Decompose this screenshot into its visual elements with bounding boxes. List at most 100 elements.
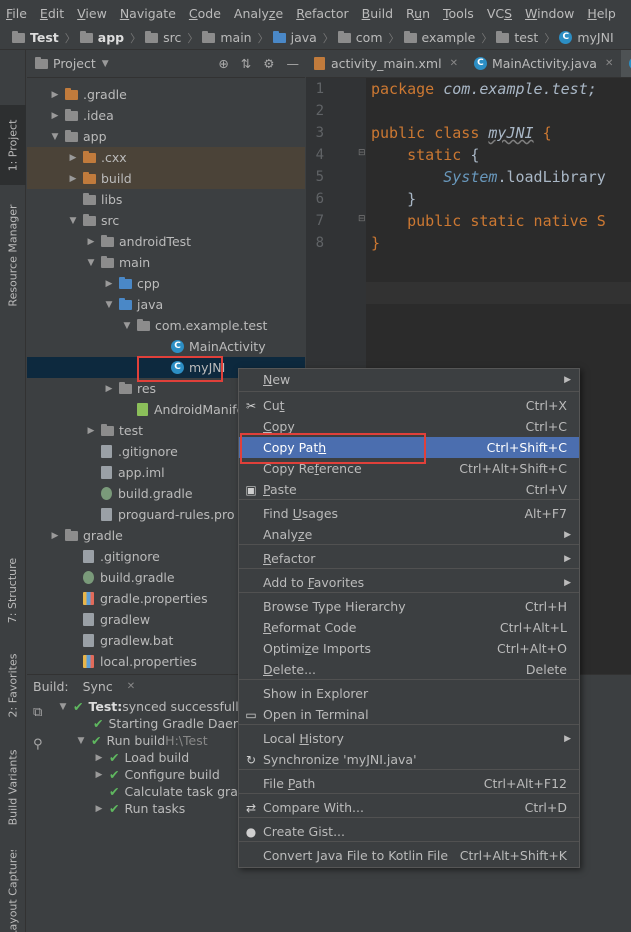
fold-icon[interactable]: ⊟ xyxy=(358,214,366,224)
menu-item-synchronize-myjni-java[interactable]: ↻ Synchronize 'myJNI.java' xyxy=(239,749,579,770)
structure-tab[interactable]: 7: Structure xyxy=(0,545,26,635)
build-tree-row[interactable]: ▶ ✔ Configure build xyxy=(93,766,220,783)
build-tree-row[interactable]: ✔ Starting Gradle Daem xyxy=(93,715,245,732)
menu-run[interactable]: Run xyxy=(406,6,430,21)
tree-item-cxx[interactable]: ▶ .cxx xyxy=(27,147,305,168)
menu-code[interactable]: Code xyxy=(189,6,221,21)
close-icon[interactable]: ✕ xyxy=(127,681,135,692)
menu-item-local-history[interactable]: Local History ▶ xyxy=(239,728,579,749)
build-tree-row[interactable]: ✔ Calculate task grap xyxy=(109,783,246,800)
breadcrumb-test-package[interactable]: test 〉 xyxy=(496,30,555,46)
close-icon[interactable]: ✕ xyxy=(605,58,613,69)
menu-item-cut[interactable]: ✂ Cut Ctrl+X xyxy=(239,395,579,416)
menu-item-browse-type-hierarchy[interactable]: Browse Type Hierarchy Ctrl+H xyxy=(239,596,579,617)
project-tool-tab[interactable]: 1: Project xyxy=(0,105,26,185)
tree-item-main[interactable]: ▼ main xyxy=(27,252,305,273)
breadcrumb-example[interactable]: example 〉 xyxy=(403,30,492,46)
favorites-tab[interactable]: 2: Favorites xyxy=(0,645,26,725)
layout-captures-tab[interactable]: Layout Captures xyxy=(0,850,26,932)
tree-item-com-example-test[interactable]: ▼ com.example.test xyxy=(27,315,305,336)
breadcrumb-java[interactable]: java 〉 xyxy=(272,30,334,46)
project-view-selector[interactable]: Project xyxy=(53,56,96,71)
resource-manager-tab[interactable]: Resource Manager xyxy=(0,190,26,320)
chevron-right-icon[interactable]: ▶ xyxy=(85,237,97,247)
menu-window[interactable]: Window xyxy=(525,6,574,21)
tree-item-app[interactable]: ▼ app xyxy=(27,126,305,147)
menu-edit[interactable]: Edit xyxy=(40,6,64,21)
chevron-down-icon[interactable]: ▼ xyxy=(121,321,133,331)
breadcrumb-app[interactable]: app 〉 xyxy=(79,30,141,46)
menu-item-reformat-code[interactable]: Reformat Code Ctrl+Alt+L xyxy=(239,617,579,638)
hide-panel-icon[interactable]: — xyxy=(287,56,300,71)
breadcrumb-src[interactable]: src 〉 xyxy=(145,30,198,46)
menu-item-paste[interactable]: ▣ Paste Ctrl+V xyxy=(239,479,579,500)
chevron-down-icon[interactable]: ▼ xyxy=(49,132,61,142)
chevron-right-icon[interactable]: ▶ xyxy=(85,426,97,436)
menu-vcs[interactable]: VCS xyxy=(487,6,512,21)
tree-item-cpp[interactable]: ▶ cpp xyxy=(27,273,305,294)
build-tree-row[interactable]: ▶ ✔ Run tasks xyxy=(93,800,186,817)
code-line-6[interactable]: } xyxy=(371,188,416,210)
pin-icon[interactable]: ⚲ xyxy=(33,737,43,752)
breadcrumb-main[interactable]: main 〉 xyxy=(202,30,269,46)
locate-icon[interactable]: ⊕ xyxy=(218,56,228,71)
tab-sync[interactable]: Sync xyxy=(83,679,113,694)
code-line-5[interactable]: System.loadLibrary xyxy=(371,166,606,188)
menu-build[interactable]: Build xyxy=(362,6,393,21)
breadcrumb-test[interactable]: Test 〉 xyxy=(12,30,76,46)
build-tree-row[interactable]: ▶ ✔ Load build xyxy=(93,749,190,766)
tree-item-androidtest[interactable]: ▶ androidTest xyxy=(27,231,305,252)
chevron-right-icon[interactable]: ▶ xyxy=(103,279,115,289)
tree-item-mainactivity[interactable]: C MainActivity xyxy=(27,336,305,357)
build-tree-row[interactable]: ▼ ✔ Test: synced successfully xyxy=(57,698,247,715)
tree-item-java[interactable]: ▼ java xyxy=(27,294,305,315)
menu-item-new[interactable]: New ▶ xyxy=(239,369,579,390)
tree-item-gradle[interactable]: ▶ .gradle xyxy=(27,84,305,105)
chevron-down-icon[interactable]: ▼ xyxy=(102,59,109,69)
menu-item-convert-java-file-to-kotlin-file[interactable]: Convert Java File to Kotlin File Ctrl+Alt… xyxy=(239,845,579,866)
chevron-right-icon[interactable]: ▶ xyxy=(49,90,61,100)
chevron-down-icon[interactable]: ▼ xyxy=(67,216,79,226)
chevron-right-icon[interactable]: ▶ xyxy=(67,174,79,184)
menu-item-compare-with[interactable]: ⇄ Compare With... Ctrl+D xyxy=(239,797,579,818)
chevron-down-icon[interactable]: ▼ xyxy=(103,300,115,310)
menu-item-add-to-favorites[interactable]: Add to Favorites ▶ xyxy=(239,572,579,593)
menu-item-refactor[interactable]: Refactor ▶ xyxy=(239,548,579,569)
gear-icon[interactable]: ⚙ xyxy=(263,56,274,71)
menu-item-create-gist[interactable]: ● Create Gist... xyxy=(239,821,579,842)
code-line-3[interactable]: public class myJNI { xyxy=(371,122,552,144)
breadcrumb-com[interactable]: com 〉 xyxy=(337,30,400,46)
collapse-all-icon[interactable]: ⇅ xyxy=(241,56,251,71)
menu-item-open-in-terminal[interactable]: ▭ Open in Terminal xyxy=(239,704,579,725)
menu-file[interactable]: File xyxy=(6,6,27,21)
menu-tools[interactable]: Tools xyxy=(443,6,474,21)
tree-item-build[interactable]: ▶ build xyxy=(27,168,305,189)
menu-view[interactable]: View xyxy=(77,6,107,21)
chevron-right-icon[interactable]: ▶ xyxy=(67,153,79,163)
menu-item-find-usages[interactable]: Find Usages Alt+F7 xyxy=(239,503,579,524)
chevron-right-icon[interactable]: ▶ xyxy=(49,531,61,541)
build-tree-row[interactable]: ▼ ✔ Run build H:\Test xyxy=(75,732,208,749)
menu-item-optimize-imports[interactable]: Optimize Imports Ctrl+Alt+O xyxy=(239,638,579,659)
tab-main-activity[interactable]: C MainActivity.java ✕ xyxy=(466,50,621,77)
build-variants-tab[interactable]: Build Variants xyxy=(0,740,26,835)
menu-analyze[interactable]: Analyze xyxy=(234,6,283,21)
breadcrumb-myjni[interactable]: CmyJNI xyxy=(559,30,614,45)
menu-item-show-in-explorer[interactable]: Show in Explorer xyxy=(239,683,579,704)
menu-item-delete[interactable]: Delete... Delete xyxy=(239,659,579,680)
menu-item-file-path[interactable]: File Path Ctrl+Alt+F12 xyxy=(239,773,579,794)
chevron-right-icon[interactable]: ▶ xyxy=(49,111,61,121)
tab-activity-main[interactable]: activity_main.xml ✕ xyxy=(306,50,466,77)
code-line-1[interactable]: package com.example.test; xyxy=(371,78,597,100)
code-line-8[interactable]: } xyxy=(371,232,380,254)
menu-help[interactable]: Help xyxy=(587,6,616,21)
chevron-down-icon[interactable]: ▼ xyxy=(85,258,97,268)
menu-item-analyze[interactable]: Analyze ▶ xyxy=(239,524,579,545)
fold-icon[interactable]: ⊟ xyxy=(358,148,366,158)
tree-item-idea[interactable]: ▶ .idea xyxy=(27,105,305,126)
code-line-4[interactable]: static { xyxy=(371,144,479,166)
chevron-right-icon[interactable]: ▶ xyxy=(103,384,115,394)
close-icon[interactable]: ✕ xyxy=(450,58,458,69)
code-line-7[interactable]: public static native S xyxy=(371,210,606,232)
tree-item-src[interactable]: ▼ src xyxy=(27,210,305,231)
